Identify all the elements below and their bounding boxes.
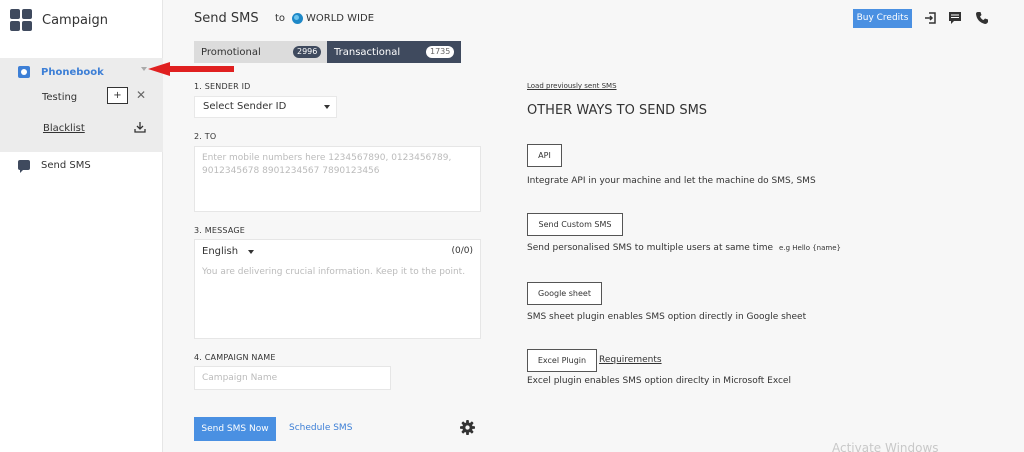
api-button[interactable]: API	[527, 144, 562, 167]
send-sms-label: Send SMS	[41, 159, 91, 171]
gear-icon[interactable]	[460, 420, 475, 435]
sender-id-value: Select Sender ID	[203, 101, 287, 112]
send-custom-sms-button[interactable]: Send Custom SMS	[527, 213, 623, 236]
chevron-down-icon[interactable]	[141, 67, 147, 71]
language-select[interactable]: English	[202, 246, 238, 257]
close-icon[interactable]: ✕	[136, 89, 146, 101]
sms-type-tabs: Promotional 2996 Transactional 1735	[194, 41, 461, 63]
custom-sms-desc-text: Send personalised SMS to multiple users …	[527, 243, 774, 253]
message-placeholder: You are delivering crucial information. …	[202, 267, 466, 277]
sidebar-item-phonebook[interactable]: Phonebook	[0, 63, 163, 81]
phone-icon[interactable]	[975, 11, 989, 25]
excel-plugin-button[interactable]: Excel Plugin	[527, 349, 597, 372]
globe-icon	[292, 13, 303, 24]
download-icon[interactable]	[134, 121, 146, 133]
other-ways-title: OTHER WAYS TO SEND SMS	[527, 103, 708, 118]
tab-transactional[interactable]: Transactional 1735	[327, 41, 461, 63]
custom-sms-description: Send personalised SMS to multiple users …	[527, 243, 841, 253]
sidebar-item-send-sms[interactable]: Send SMS	[0, 156, 163, 174]
buy-credits-button[interactable]: Buy Credits	[853, 9, 912, 28]
list-item-testing[interactable]: Testing	[42, 92, 77, 103]
google-sheet-button[interactable]: Google sheet	[527, 282, 602, 305]
caret-down-icon	[324, 105, 330, 109]
schedule-sms-link[interactable]: Schedule SMS	[289, 423, 352, 433]
logout-icon[interactable]	[924, 11, 938, 25]
campaign-name-label: 4. CAMPAIGN NAME	[194, 353, 276, 362]
contact-book-icon	[18, 66, 30, 78]
excel-plugin-description: Excel plugin enables SMS option direclty…	[527, 376, 791, 386]
message-editor[interactable]: English (0/0) You are delivering crucial…	[194, 239, 481, 339]
send-sms-now-button[interactable]: Send SMS Now	[194, 417, 276, 441]
promotional-credit-badge: 2996	[293, 46, 321, 58]
chat-icon	[18, 160, 30, 173]
add-contact-button[interactable]: +	[107, 87, 128, 104]
tab-transactional-label: Transactional	[334, 46, 401, 58]
brand[interactable]: Campaign	[0, 0, 162, 40]
activate-windows-watermark: Activate Windows	[832, 441, 939, 452]
phonebook-section: Phonebook Testing + ✕ Blacklist	[0, 58, 163, 152]
to-label: to	[275, 13, 286, 24]
annotation-arrow	[148, 62, 234, 76]
google-sheet-description: SMS sheet plugin enables SMS option dire…	[527, 312, 807, 322]
character-counter: (0/0)	[451, 246, 473, 256]
api-description: Integrate API in your machine and let th…	[527, 176, 816, 186]
caret-down-icon	[248, 250, 254, 254]
region-selector[interactable]: WORLD WIDE	[306, 13, 374, 24]
load-previous-link[interactable]: Load previously sent SMS	[527, 82, 617, 90]
to-section-label: 2. TO	[194, 132, 217, 141]
recipients-textarea[interactable]: Enter mobile numbers here 1234567890, 01…	[194, 146, 481, 212]
sender-id-label: 1. SENDER ID	[194, 82, 251, 91]
blacklist-link[interactable]: Blacklist	[43, 123, 85, 134]
page-title: Send SMS	[194, 11, 259, 26]
tab-promotional[interactable]: Promotional 2996	[194, 41, 327, 63]
apps-grid-icon	[10, 9, 32, 31]
transactional-credit-badge: 1735	[426, 46, 454, 58]
brand-name: Campaign	[42, 12, 109, 28]
phonebook-label: Phonebook	[41, 66, 104, 78]
sender-id-select[interactable]: Select Sender ID	[194, 96, 337, 118]
messages-icon[interactable]	[948, 11, 962, 25]
sidebar: Campaign Phonebook Testing + ✕ Blacklist…	[0, 0, 163, 452]
custom-sms-hint: e.g Hello {name}	[779, 244, 841, 252]
requirements-link[interactable]: Requirements	[599, 355, 662, 365]
message-label: 3. MESSAGE	[194, 226, 246, 235]
campaign-name-input[interactable]: Campaign Name	[194, 366, 391, 390]
tab-promotional-label: Promotional	[201, 46, 261, 58]
